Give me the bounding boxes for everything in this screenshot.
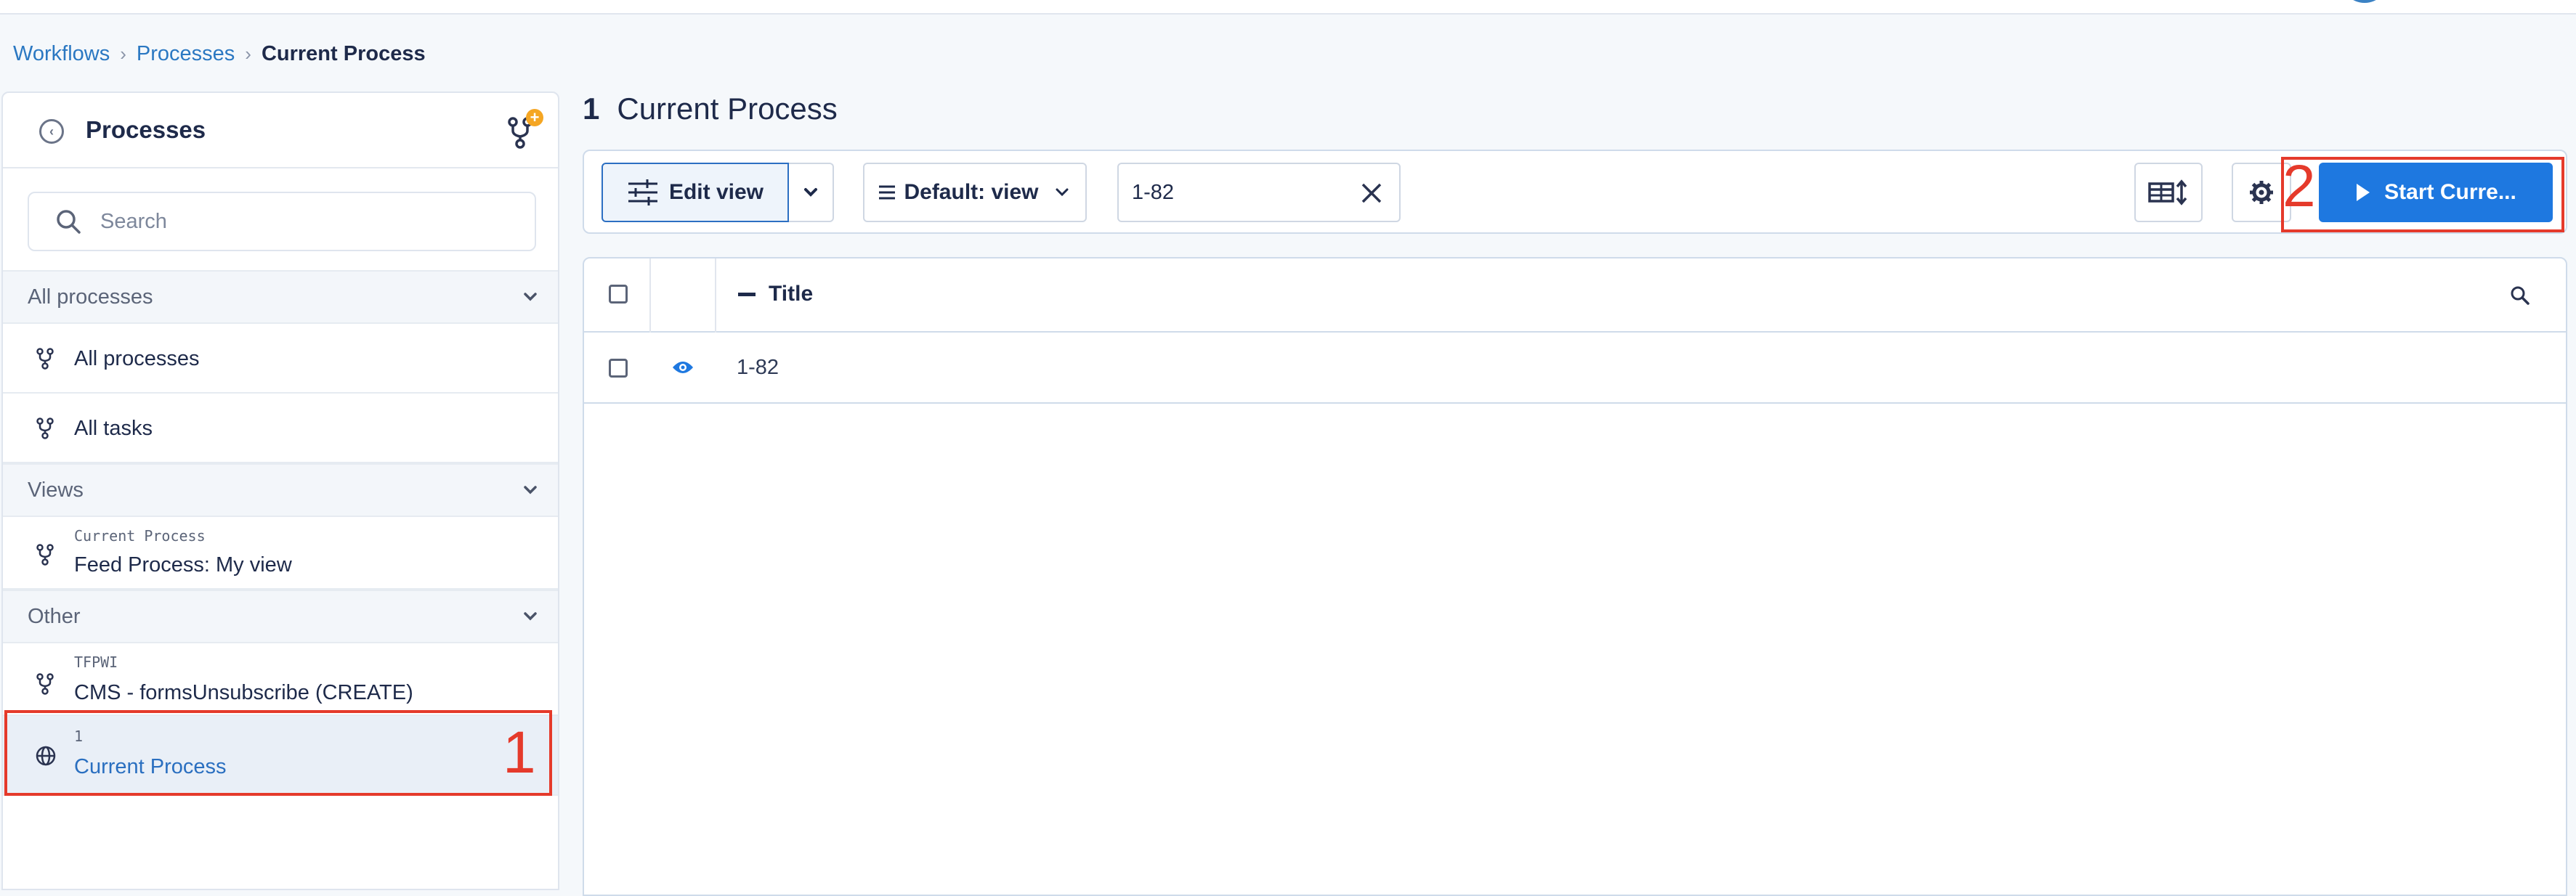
table-header: Title (584, 258, 2566, 333)
breadcrumb-processes[interactable]: Processes (137, 42, 235, 66)
sidebar-item-label: All tasks (74, 417, 153, 440)
chevron-down-icon (524, 612, 537, 621)
sidebar-header: ‹ Processes + (3, 93, 558, 168)
breadcrumb: Workflows › Processes › Current Process (13, 39, 426, 68)
sidebar-item-meta: TFPWI (74, 653, 118, 671)
chevron-down-icon (804, 188, 817, 197)
view-select-label: Default: view (904, 180, 1039, 204)
fork-icon (36, 544, 54, 566)
group-header-all-processes[interactable]: All processes (3, 270, 558, 324)
row-checkbox[interactable] (609, 359, 628, 378)
row-title: 1-82 (737, 356, 779, 379)
fork-icon (36, 348, 54, 370)
sliders-icon (628, 179, 657, 205)
table-resize-icon (2148, 179, 2187, 205)
breadcrumb-workflows[interactable]: Workflows (13, 42, 110, 66)
breadcrumb-current: Current Process (261, 41, 426, 65)
close-icon[interactable] (1358, 180, 1385, 206)
collapse-icon (738, 292, 756, 296)
sidebar-item-meta: Current Process (74, 527, 206, 545)
filter-input[interactable] (1132, 180, 1350, 205)
page-title-text: Current Process (617, 91, 838, 126)
filter-box[interactable] (1117, 163, 1401, 222)
sidebar-item-all-processes[interactable]: All processes (3, 324, 558, 394)
back-icon[interactable]: ‹ (39, 119, 64, 144)
sidebar-item-all-tasks[interactable]: All tasks (3, 394, 558, 463)
eye-icon[interactable] (671, 359, 694, 376)
sidebar-item-label: CMS - formsUnsubscribe (CREATE) (74, 681, 413, 704)
group-header-label: All processes (28, 285, 153, 309)
column-divider (649, 258, 651, 333)
fork-icon (36, 418, 54, 439)
chevron-down-icon (1056, 188, 1069, 197)
group-header-label: Views (28, 478, 84, 502)
edit-view-button[interactable]: Edit view (602, 163, 789, 222)
breadcrumb-separator: › (245, 42, 251, 65)
chevron-down-icon (524, 293, 537, 301)
search-icon[interactable] (2509, 285, 2531, 306)
group-header-other[interactable]: Other (3, 590, 558, 643)
edit-view-label: Edit view (668, 180, 764, 204)
column-header-label: Title (769, 282, 814, 306)
process-table: Title 1-82 (583, 257, 2567, 896)
column-divider (715, 258, 716, 333)
column-settings-button[interactable] (2134, 163, 2203, 222)
group-header-views[interactable]: Views (3, 463, 558, 517)
table-row[interactable]: 1-82 (584, 334, 2566, 404)
gear-icon (2250, 181, 2273, 204)
add-process-icon[interactable]: + (526, 109, 543, 126)
avatar[interactable] (2341, 0, 2389, 3)
annotation-box-1 (4, 710, 552, 796)
chevron-down-icon (524, 486, 537, 494)
sidebar-item-feed-process-view[interactable]: Current Process Feed Process: My view (3, 517, 558, 590)
sidebar-item-label: All processes (74, 347, 200, 370)
list-icon (879, 185, 896, 200)
group-header-label: Other (28, 604, 81, 628)
annotation-marker-1: 1 (503, 720, 536, 786)
sidebar-search[interactable] (28, 192, 536, 251)
annotation-marker-2: 2 (2283, 153, 2316, 219)
sidebar-item-label: Feed Process: My view (74, 553, 292, 577)
sidebar-item-cms-forms-unsubscribe[interactable]: TFPWI CMS - formsUnsubscribe (CREATE) (3, 643, 558, 716)
toolbar: Edit view Default: view 1-82 Start Curre… (583, 150, 2567, 234)
edit-view-dropdown-button[interactable] (789, 163, 834, 222)
annotation-box-2 (2281, 157, 2564, 232)
column-header-title[interactable]: Title (738, 282, 813, 306)
select-all-checkbox[interactable] (609, 285, 628, 304)
breadcrumb-separator: › (120, 42, 126, 65)
top-bar (0, 0, 2576, 15)
page-title-count: 1 (583, 91, 600, 126)
fork-icon (36, 673, 54, 695)
view-select-button[interactable]: Default: view (863, 163, 1087, 222)
search-input[interactable] (100, 209, 507, 234)
page-title: 1 Current Process (583, 91, 838, 126)
search-icon (57, 210, 81, 234)
sidebar-title: Processes (86, 116, 206, 143)
